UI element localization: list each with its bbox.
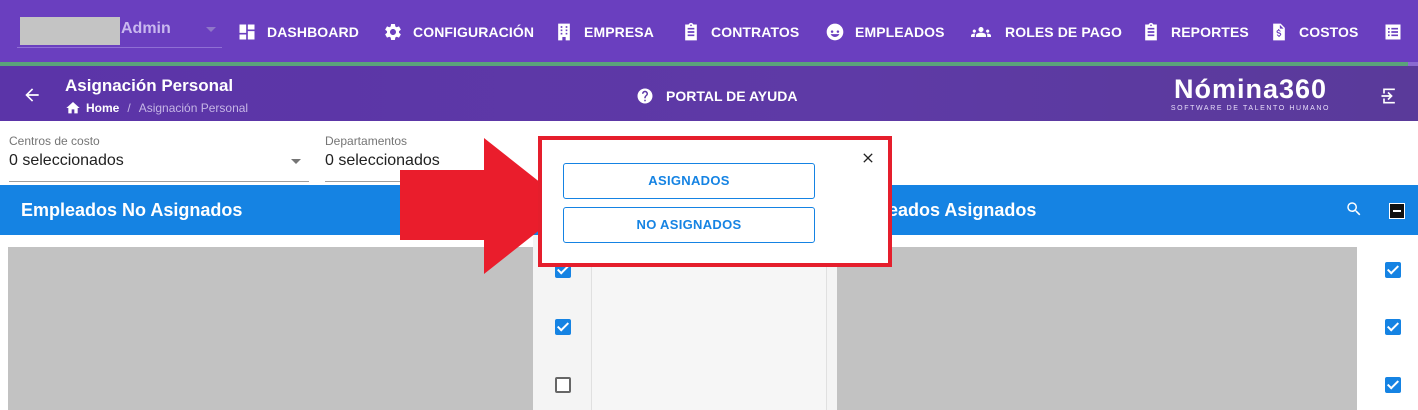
nav-empleados-label: EMPLEADOS	[855, 24, 945, 40]
nav-costos[interactable]: COSTOS	[1269, 19, 1358, 45]
nav-roles-de-pago[interactable]: ROLES DE PAGO	[967, 19, 1122, 45]
breadcrumb-home[interactable]: Home	[86, 101, 119, 115]
help-portal-label: PORTAL DE AYUDA	[666, 88, 798, 104]
chevron-down-icon	[291, 159, 301, 164]
unassigned-button[interactable]: NO ASIGNADOS	[563, 207, 815, 243]
nav-contratos[interactable]: CONTRATOS	[681, 19, 799, 45]
brand-tagline: SOFTWARE DE TALENTO HUMANO	[1170, 105, 1331, 112]
assigned-button[interactable]: ASIGNADOS	[563, 163, 815, 199]
nav-empresa-label: EMPRESA	[584, 24, 654, 40]
logout-button[interactable]	[1379, 86, 1399, 106]
brand-name: Nómina360	[1173, 74, 1328, 104]
transfer-panel-column	[591, 262, 827, 410]
brand-logo: Nómina360 SOFTWARE DE TALENTO HUMANO	[1158, 74, 1343, 112]
row-checkbox[interactable]	[1385, 377, 1401, 393]
user-menu[interactable]: Admin	[17, 14, 222, 48]
help-portal-link[interactable]: PORTAL DE AYUDA	[636, 87, 797, 105]
nav-reportes-label: REPORTES	[1171, 24, 1249, 40]
close-button[interactable]	[860, 150, 876, 166]
chevron-down-icon	[206, 27, 216, 32]
people-icon	[971, 27, 991, 37]
dashboard-icon	[239, 24, 255, 40]
breadcrumb-separator: /	[127, 101, 131, 115]
row-checkbox[interactable]	[1385, 262, 1401, 278]
user-avatar	[20, 17, 120, 45]
back-button[interactable]	[22, 85, 42, 105]
arrow-left-icon	[25, 88, 39, 102]
assignment-icon	[1145, 22, 1157, 41]
row-checkbox[interactable]	[555, 377, 571, 393]
top-navbar: Admin DASHBOARD CONFIGURACIÓN EMPRESA CO…	[0, 0, 1418, 64]
clipboard-icon	[685, 22, 697, 41]
nav-dashboard[interactable]: DASHBOARD	[237, 19, 359, 45]
face-icon	[826, 23, 844, 41]
list-icon	[1385, 24, 1401, 40]
nav-reportes[interactable]: REPORTES	[1141, 19, 1249, 45]
close-icon	[863, 153, 873, 163]
row-checkbox[interactable]	[555, 319, 571, 335]
nav-more[interactable]	[1383, 19, 1413, 45]
nav-dashboard-label: DASHBOARD	[267, 24, 359, 40]
select-all-checkbox[interactable]	[1389, 203, 1405, 219]
page-header: Asignación Personal Home / Asignación Pe…	[0, 66, 1418, 121]
nav-configuracion-label: CONFIGURACIÓN	[413, 24, 535, 40]
gear-icon	[385, 23, 401, 40]
page-title: Asignación Personal	[65, 76, 234, 95]
logout-icon	[1381, 88, 1395, 104]
nav-roles-de-pago-label: ROLES DE PAGO	[1005, 24, 1122, 40]
cost-centers-select[interactable]: Centros de costo 0 seleccionados	[9, 134, 309, 182]
row-checkbox[interactable]	[1385, 319, 1401, 335]
cost-centers-label: Centros de costo	[9, 134, 100, 148]
nav-configuracion[interactable]: CONFIGURACIÓN	[383, 19, 534, 45]
filter-popup: ASIGNADOS NO ASIGNADOS	[538, 136, 892, 267]
invoice-icon	[1273, 23, 1285, 41]
cost-centers-value: 0 seleccionados	[9, 152, 124, 169]
assigned-list-placeholder	[837, 247, 1357, 410]
assigned-panel-header: eados Asignados	[888, 185, 1418, 235]
assigned-panel-title: eados Asignados	[888, 200, 1037, 220]
user-name: Admin	[121, 20, 171, 37]
search-button[interactable]	[1345, 200, 1363, 218]
unassigned-panel-title: Empleados No Asignados	[21, 200, 243, 220]
nav-empleados[interactable]: EMPLEADOS	[825, 19, 945, 45]
nav-costos-label: COSTOS	[1299, 24, 1359, 40]
help-icon	[637, 88, 653, 104]
search-icon	[1347, 202, 1361, 216]
breadcrumb-current: Asignación Personal	[138, 101, 249, 115]
breadcrumb: Home / Asignación Personal	[65, 100, 248, 116]
building-icon	[558, 23, 570, 41]
home-icon	[66, 102, 80, 114]
nav-contratos-label: CONTRATOS	[711, 24, 800, 40]
nav-empresa[interactable]: EMPRESA	[554, 19, 654, 45]
